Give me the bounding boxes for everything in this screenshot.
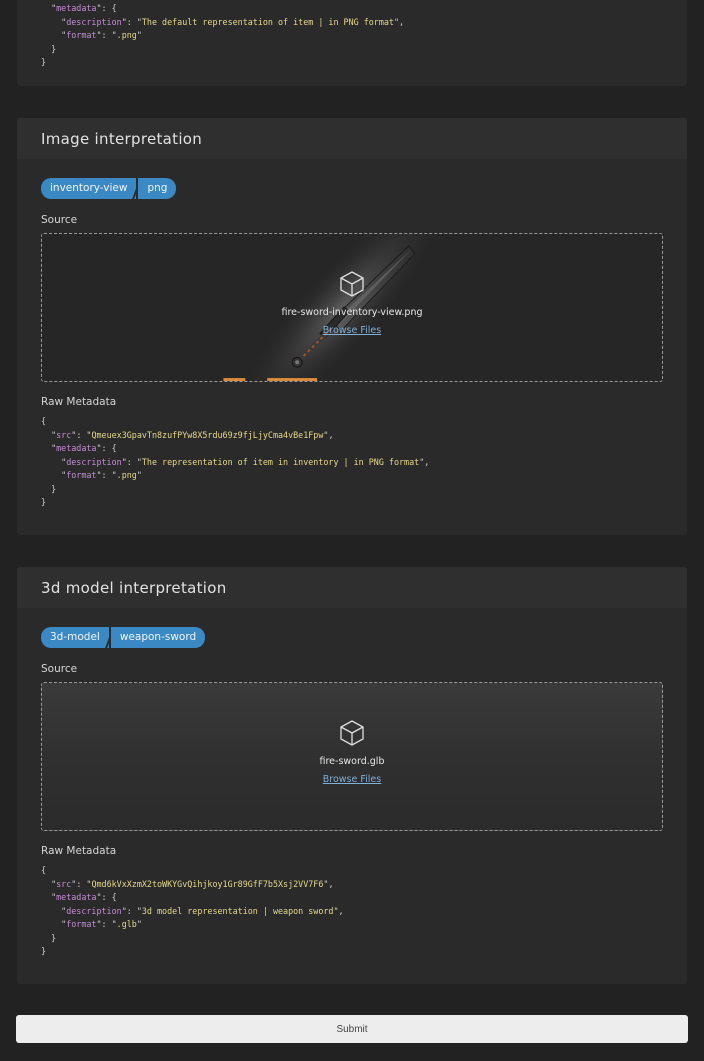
meta-line: } bbox=[41, 946, 47, 956]
image-interpretation-card: Image interpretation inventory-view png … bbox=[17, 118, 687, 535]
card-header: 3d model interpretation bbox=[17, 567, 687, 608]
meta-line: "metadata": { bbox=[41, 892, 117, 902]
cube-icon bbox=[340, 720, 364, 746]
previous-raw-metadata: "metadata": { "description": "The defaul… bbox=[41, 2, 663, 70]
file-name: fire-sword-inventory-view.png bbox=[281, 307, 423, 318]
tag[interactable]: weapon-sword bbox=[110, 627, 206, 648]
3d-model-interpretation-card: 3d model interpretation 3d-model weapon-… bbox=[17, 567, 687, 984]
meta-line: "src": "Qmd6kVxXzmX2toWKYGvQihjkoy1Gr89G… bbox=[41, 878, 334, 889]
submit-button[interactable]: Submit bbox=[16, 1015, 688, 1043]
meta-line: { bbox=[41, 416, 47, 426]
meta-line: } bbox=[41, 932, 57, 943]
tag[interactable]: png bbox=[138, 178, 177, 199]
meta-line: "description": "3d model representation … bbox=[41, 905, 344, 916]
source-label: Source bbox=[41, 663, 78, 675]
dropzone-content: fire-sword.glb Browse Files bbox=[42, 719, 662, 786]
file-dropzone[interactable]: fire-sword-inventory-view.png Browse Fil… bbox=[41, 233, 663, 382]
tag-list: 3d-model weapon-sword bbox=[41, 627, 663, 649]
meta-line: "description": "The default representati… bbox=[41, 16, 405, 27]
meta-line: } bbox=[41, 483, 57, 494]
meta-line: "src": "Qmeuex3GpavTn8zufPYw8X5rdu69z9fj… bbox=[41, 429, 334, 440]
meta-line: "format": ".png" bbox=[41, 470, 142, 480]
meta-line: "metadata": { bbox=[41, 443, 117, 453]
meta-line: "format": ".glb" bbox=[41, 919, 142, 929]
raw-metadata-label: Raw Metadata bbox=[41, 396, 117, 408]
cube-icon bbox=[340, 271, 364, 297]
meta-line: "metadata": { bbox=[41, 3, 117, 13]
meta-line: } bbox=[41, 57, 47, 67]
previous-section-card: "metadata": { "description": "The defaul… bbox=[17, 0, 687, 86]
raw-metadata: { "src": "Qmd6kVxXzmX2toWKYGvQihjkoy1Gr8… bbox=[41, 864, 663, 959]
raw-metadata: { "src": "Qmeuex3GpavTn8zufPYw8X5rdu69z9… bbox=[41, 415, 663, 510]
section-title: Image interpretation bbox=[41, 129, 203, 148]
meta-line: "description": "The representation of it… bbox=[41, 456, 430, 467]
file-name: fire-sword.glb bbox=[319, 756, 385, 767]
file-dropzone[interactable]: fire-sword.glb Browse Files bbox=[41, 682, 663, 831]
card-header: Image interpretation bbox=[17, 118, 687, 159]
browse-files-link[interactable]: Browse Files bbox=[323, 774, 381, 785]
meta-line: { bbox=[41, 865, 47, 875]
meta-line: } bbox=[41, 497, 47, 507]
meta-line: } bbox=[41, 43, 57, 54]
meta-line: "format": ".png" bbox=[41, 30, 142, 40]
raw-metadata-label: Raw Metadata bbox=[41, 845, 117, 857]
source-label: Source bbox=[41, 214, 78, 226]
browse-files-link[interactable]: Browse Files bbox=[323, 325, 381, 336]
dropzone-content: fire-sword-inventory-view.png Browse Fil… bbox=[42, 270, 662, 337]
section-title: 3d model interpretation bbox=[41, 578, 227, 597]
tag-list: inventory-view png bbox=[41, 178, 663, 200]
tag[interactable]: 3d-model bbox=[41, 627, 109, 648]
tag[interactable]: inventory-view bbox=[41, 178, 137, 199]
